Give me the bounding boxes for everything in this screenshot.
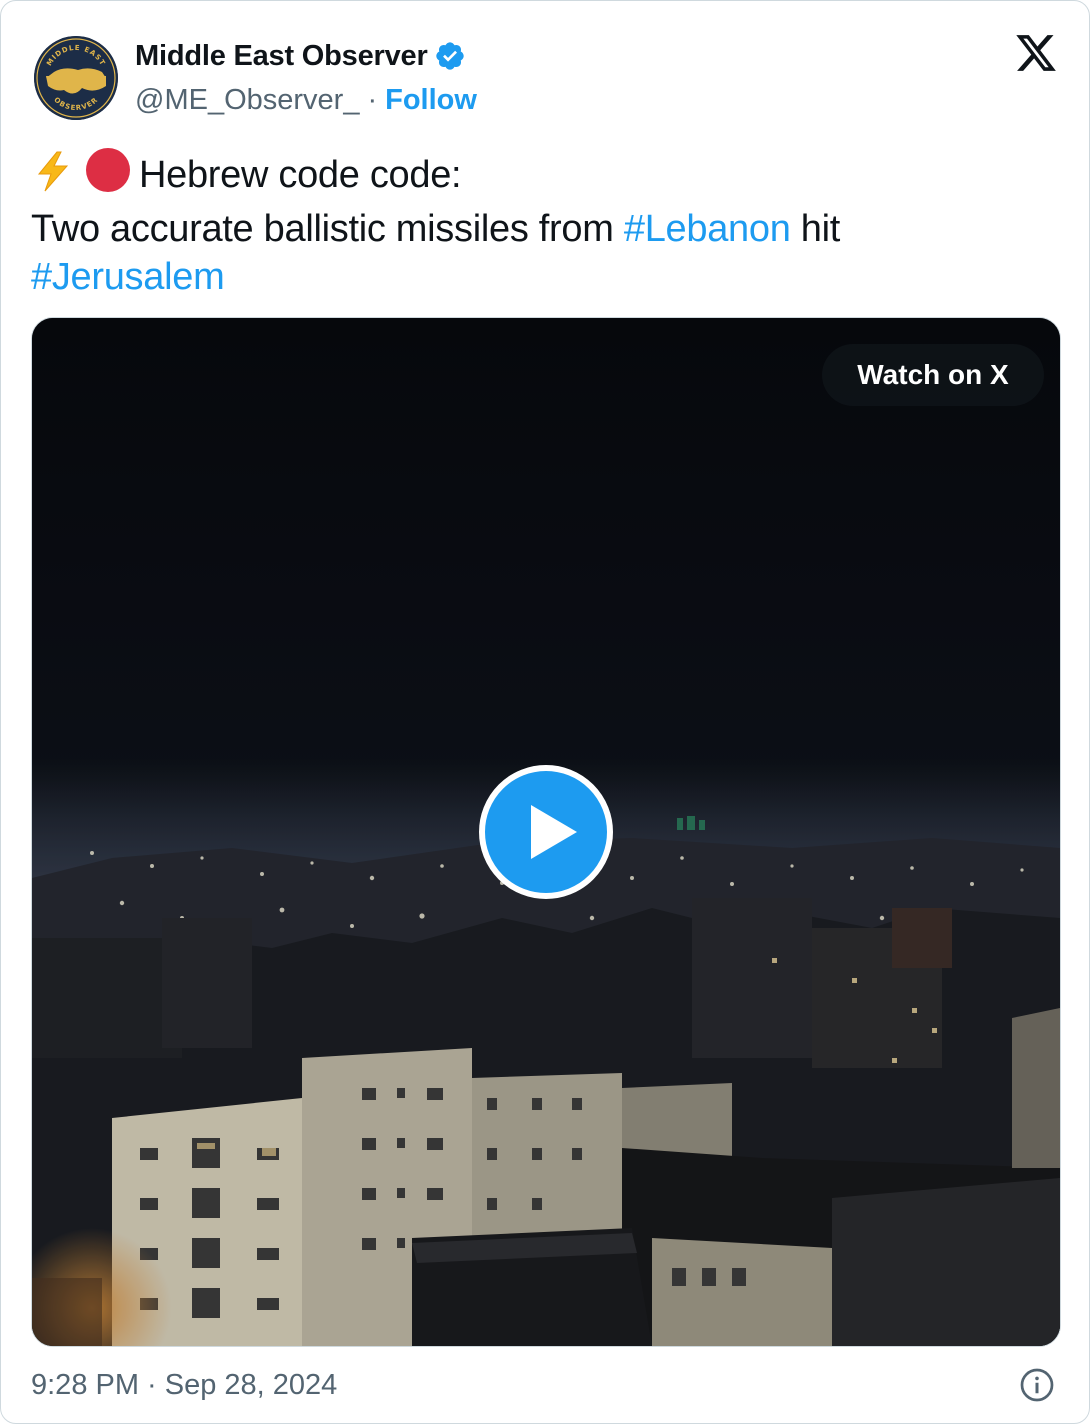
info-icon[interactable]: [1019, 1367, 1055, 1403]
tweet-text: Hebrew code code: Two accurate ballistic…: [31, 147, 1061, 301]
lightning-emoji-icon: [31, 149, 75, 205]
tweet-line-3: #Jerusalem: [31, 253, 1061, 301]
author-display-name[interactable]: Middle East Observer: [135, 40, 428, 73]
follow-button[interactable]: Follow: [385, 84, 477, 117]
author-name-row: Middle East Observer: [135, 37, 466, 75]
tweet-line-1-text: Hebrew code code:: [139, 154, 462, 196]
tweet-line-1: Hebrew code code:: [31, 147, 1061, 205]
x-logo-icon[interactable]: [1013, 31, 1059, 75]
tweet-line-2-text: Two accurate ballistic missiles from: [31, 208, 614, 250]
hashtag-lebanon-link[interactable]: #Lebanon: [624, 208, 791, 250]
play-icon: [479, 765, 613, 899]
watch-on-x-button[interactable]: Watch on X: [822, 344, 1044, 406]
video-player[interactable]: Watch on X: [31, 317, 1061, 1347]
hashtag-jerusalem-link[interactable]: #Jerusalem: [31, 256, 225, 298]
avatar[interactable]: MIDDLE EAST OBSERVER: [34, 36, 118, 120]
separator-dot: ·: [367, 83, 378, 116]
play-button[interactable]: [479, 765, 613, 899]
tweet-line-2-suffix: hit: [800, 208, 841, 250]
tweet-timestamp[interactable]: 9:28 PM · Sep 28, 2024: [31, 1365, 337, 1405]
author-handle[interactable]: @ME_Observer_: [135, 84, 359, 117]
author-handle-row: @ME_Observer_ · Follow: [135, 81, 477, 119]
verified-badge-icon: [434, 40, 466, 72]
red-circle-emoji-icon: [85, 147, 131, 205]
tweet-line-2: Two accurate ballistic missiles from #Le…: [31, 205, 1061, 253]
avatar-logo-icon: MIDDLE EAST OBSERVER: [34, 36, 118, 120]
tweet-card[interactable]: MIDDLE EAST OBSERVER Middle East Observe…: [0, 0, 1090, 1424]
